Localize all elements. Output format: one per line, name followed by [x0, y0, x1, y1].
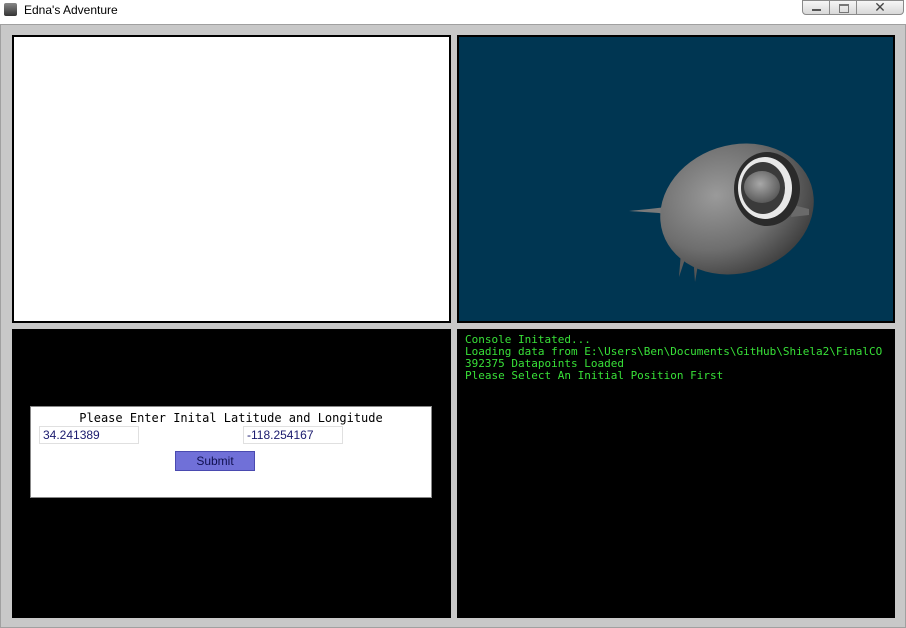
- submarine-model: [629, 143, 814, 282]
- app-icon: [4, 3, 17, 16]
- console-panel: Console Initated... Loading data from E:…: [457, 329, 895, 618]
- map-panel[interactable]: [12, 35, 451, 323]
- position-form: Please Enter Inital Latitude and Longitu…: [30, 406, 432, 498]
- input-panel: Please Enter Inital Latitude and Longitu…: [12, 329, 451, 618]
- longitude-field[interactable]: -118.254167: [243, 426, 343, 444]
- latitude-field[interactable]: 34.241389: [39, 426, 139, 444]
- maximize-button[interactable]: [829, 0, 857, 15]
- close-button[interactable]: ✕: [856, 0, 904, 15]
- console-line: Please Select An Initial Position First: [465, 369, 724, 382]
- minimize-button[interactable]: [802, 0, 830, 15]
- close-icon: ✕: [874, 0, 886, 15]
- form-prompt: Please Enter Inital Latitude and Longitu…: [79, 411, 383, 425]
- window-frame: Please Enter Inital Latitude and Longitu…: [0, 24, 906, 628]
- 3d-viewport[interactable]: [457, 35, 895, 323]
- title-bar: Edna's Adventure ✕: [0, 0, 906, 22]
- submit-button[interactable]: Submit: [175, 451, 255, 471]
- window-title: Edna's Adventure: [24, 3, 118, 17]
